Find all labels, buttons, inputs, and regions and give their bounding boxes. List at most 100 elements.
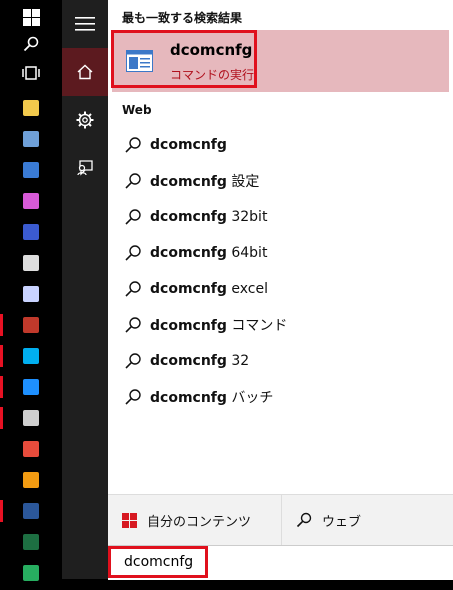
taskbar-app-button[interactable] <box>0 122 62 156</box>
suggestion-suffix: バッチ <box>226 390 274 406</box>
query-term: dcomcnfg <box>150 318 227 334</box>
query-term: dcomcnfg <box>150 174 227 190</box>
server-manager-icon <box>23 131 39 147</box>
taskbar <box>0 0 62 581</box>
search-icon <box>125 389 141 405</box>
web-suggestion-text: dcomcnfg 32bit <box>150 209 267 225</box>
contact-card-icon <box>23 162 39 178</box>
j-app-icon <box>23 410 39 426</box>
best-match-name: dcomcnfg <box>170 41 253 59</box>
internet-explorer-icon <box>23 379 39 395</box>
suggestion-suffix: 32 <box>226 353 250 369</box>
web-suggestion-text: dcomcnfg <box>150 137 227 153</box>
search-icon <box>125 209 141 225</box>
my-content-tab[interactable]: 自分のコンテンツ <box>108 495 280 545</box>
taskbar-app-button[interactable] <box>0 463 62 497</box>
search-icon <box>125 317 141 333</box>
web-suggestion-row[interactable]: dcomcnfg コマンド <box>108 307 453 343</box>
query-term: dcomcnfg <box>150 390 227 406</box>
web-suggestion-row[interactable]: dcomcnfg 32bit <box>108 199 453 235</box>
my-content-label: 自分のコンテンツ <box>147 514 252 530</box>
app-window-icon <box>126 50 153 72</box>
best-match-header: 最も一致する検索結果 <box>122 11 243 25</box>
taskbar-app-button[interactable] <box>0 494 62 528</box>
taskbar-app-button[interactable] <box>0 525 62 559</box>
task-view-icon <box>22 66 40 80</box>
word-icon <box>23 503 39 519</box>
taskbar-app-button[interactable] <box>0 91 62 125</box>
taskbar-app-button[interactable] <box>0 184 62 218</box>
running-indicator <box>0 345 3 367</box>
start-rail <box>62 0 108 579</box>
taskbar-app-button[interactable] <box>0 556 62 590</box>
web-header: Web <box>122 103 152 117</box>
suggestion-suffix: 設定 <box>226 174 260 190</box>
search-icon <box>296 512 312 528</box>
home-icon <box>77 64 93 80</box>
disc-app-icon <box>23 286 39 302</box>
feedback-icon <box>77 160 93 176</box>
query-term: dcomcnfg <box>150 209 227 225</box>
web-suggestion-text: dcomcnfg 設定 <box>150 171 259 191</box>
search-icon <box>125 245 141 261</box>
search-icon <box>125 353 141 369</box>
query-term: dcomcnfg <box>150 137 227 153</box>
running-indicator <box>0 314 3 336</box>
excel-icon <box>23 534 39 550</box>
search-input[interactable] <box>108 546 208 578</box>
query-term: dcomcnfg <box>150 353 227 369</box>
taskbar-app-button[interactable] <box>0 153 62 187</box>
itunes-icon <box>23 193 39 209</box>
suggestion-suffix: コマンド <box>226 318 288 334</box>
media-player-icon <box>23 472 39 488</box>
taskbar-app-button[interactable] <box>0 339 62 373</box>
suggestion-suffix: 32bit <box>226 209 268 225</box>
web-suggestion-row[interactable]: dcomcnfg 64bit <box>108 235 453 271</box>
search-results-panel: 最も一致する検索結果 dcomcnfg コマンドの実行 Web dcomcnfg… <box>108 0 453 580</box>
web-suggestion-text: dcomcnfg 64bit <box>150 245 267 261</box>
task-view-button[interactable] <box>0 56 62 90</box>
taskbar-app-button[interactable] <box>0 277 62 311</box>
suggestion-suffix: excel <box>226 281 268 297</box>
filter-bar: 自分のコンテンツ ウェブ <box>108 494 453 545</box>
menu-button[interactable] <box>62 0 108 48</box>
web-suggestion-text: dcomcnfg 32 <box>150 353 249 369</box>
taskbar-app-button[interactable] <box>0 308 62 342</box>
web-suggestion-row[interactable]: dcomcnfg 32 <box>108 343 453 379</box>
web-suggestion-row[interactable]: dcomcnfg excel <box>108 271 453 307</box>
taskbar-app-button[interactable] <box>0 370 62 404</box>
web-label: ウェブ <box>322 514 362 530</box>
taskbar-app-button[interactable] <box>0 432 62 466</box>
web-tab[interactable]: ウェブ <box>281 495 453 545</box>
settings-button[interactable] <box>62 96 108 144</box>
search-box <box>108 545 453 580</box>
best-match-result[interactable]: dcomcnfg コマンドの実行 <box>111 30 449 92</box>
game-app-icon <box>23 317 39 333</box>
file-explorer-icon <box>23 100 39 116</box>
eye-app-icon <box>23 224 39 240</box>
search-icon <box>23 36 39 52</box>
suggestion-suffix: 64bit <box>226 245 268 261</box>
feedback-button[interactable] <box>62 144 108 192</box>
web-suggestion-row[interactable]: dcomcnfg <box>108 127 453 163</box>
search-icon <box>125 137 141 153</box>
running-indicator <box>0 376 3 398</box>
taskbar-app-button[interactable] <box>0 246 62 280</box>
taskbar-app-button[interactable] <box>0 401 62 435</box>
query-term: dcomcnfg <box>150 281 227 297</box>
windows-logo-icon <box>122 512 137 528</box>
web-suggestion-text: dcomcnfg excel <box>150 281 268 297</box>
web-suggestion-row[interactable]: dcomcnfg バッチ <box>108 379 453 415</box>
pinwheel-app-icon <box>23 441 39 457</box>
taskbar-app-button[interactable] <box>0 215 62 249</box>
home-button[interactable] <box>62 48 108 96</box>
query-term: dcomcnfg <box>150 245 227 261</box>
web-suggestion-row[interactable]: dcomcnfg 設定 <box>108 163 453 199</box>
skype-icon <box>23 348 39 364</box>
windows-logo-icon <box>22 8 40 26</box>
running-indicator <box>0 500 3 522</box>
best-match-subtitle: コマンドの実行 <box>170 68 255 82</box>
search-icon <box>125 281 141 297</box>
gear-icon <box>76 111 94 129</box>
web-suggestion-text: dcomcnfg コマンド <box>150 315 287 335</box>
